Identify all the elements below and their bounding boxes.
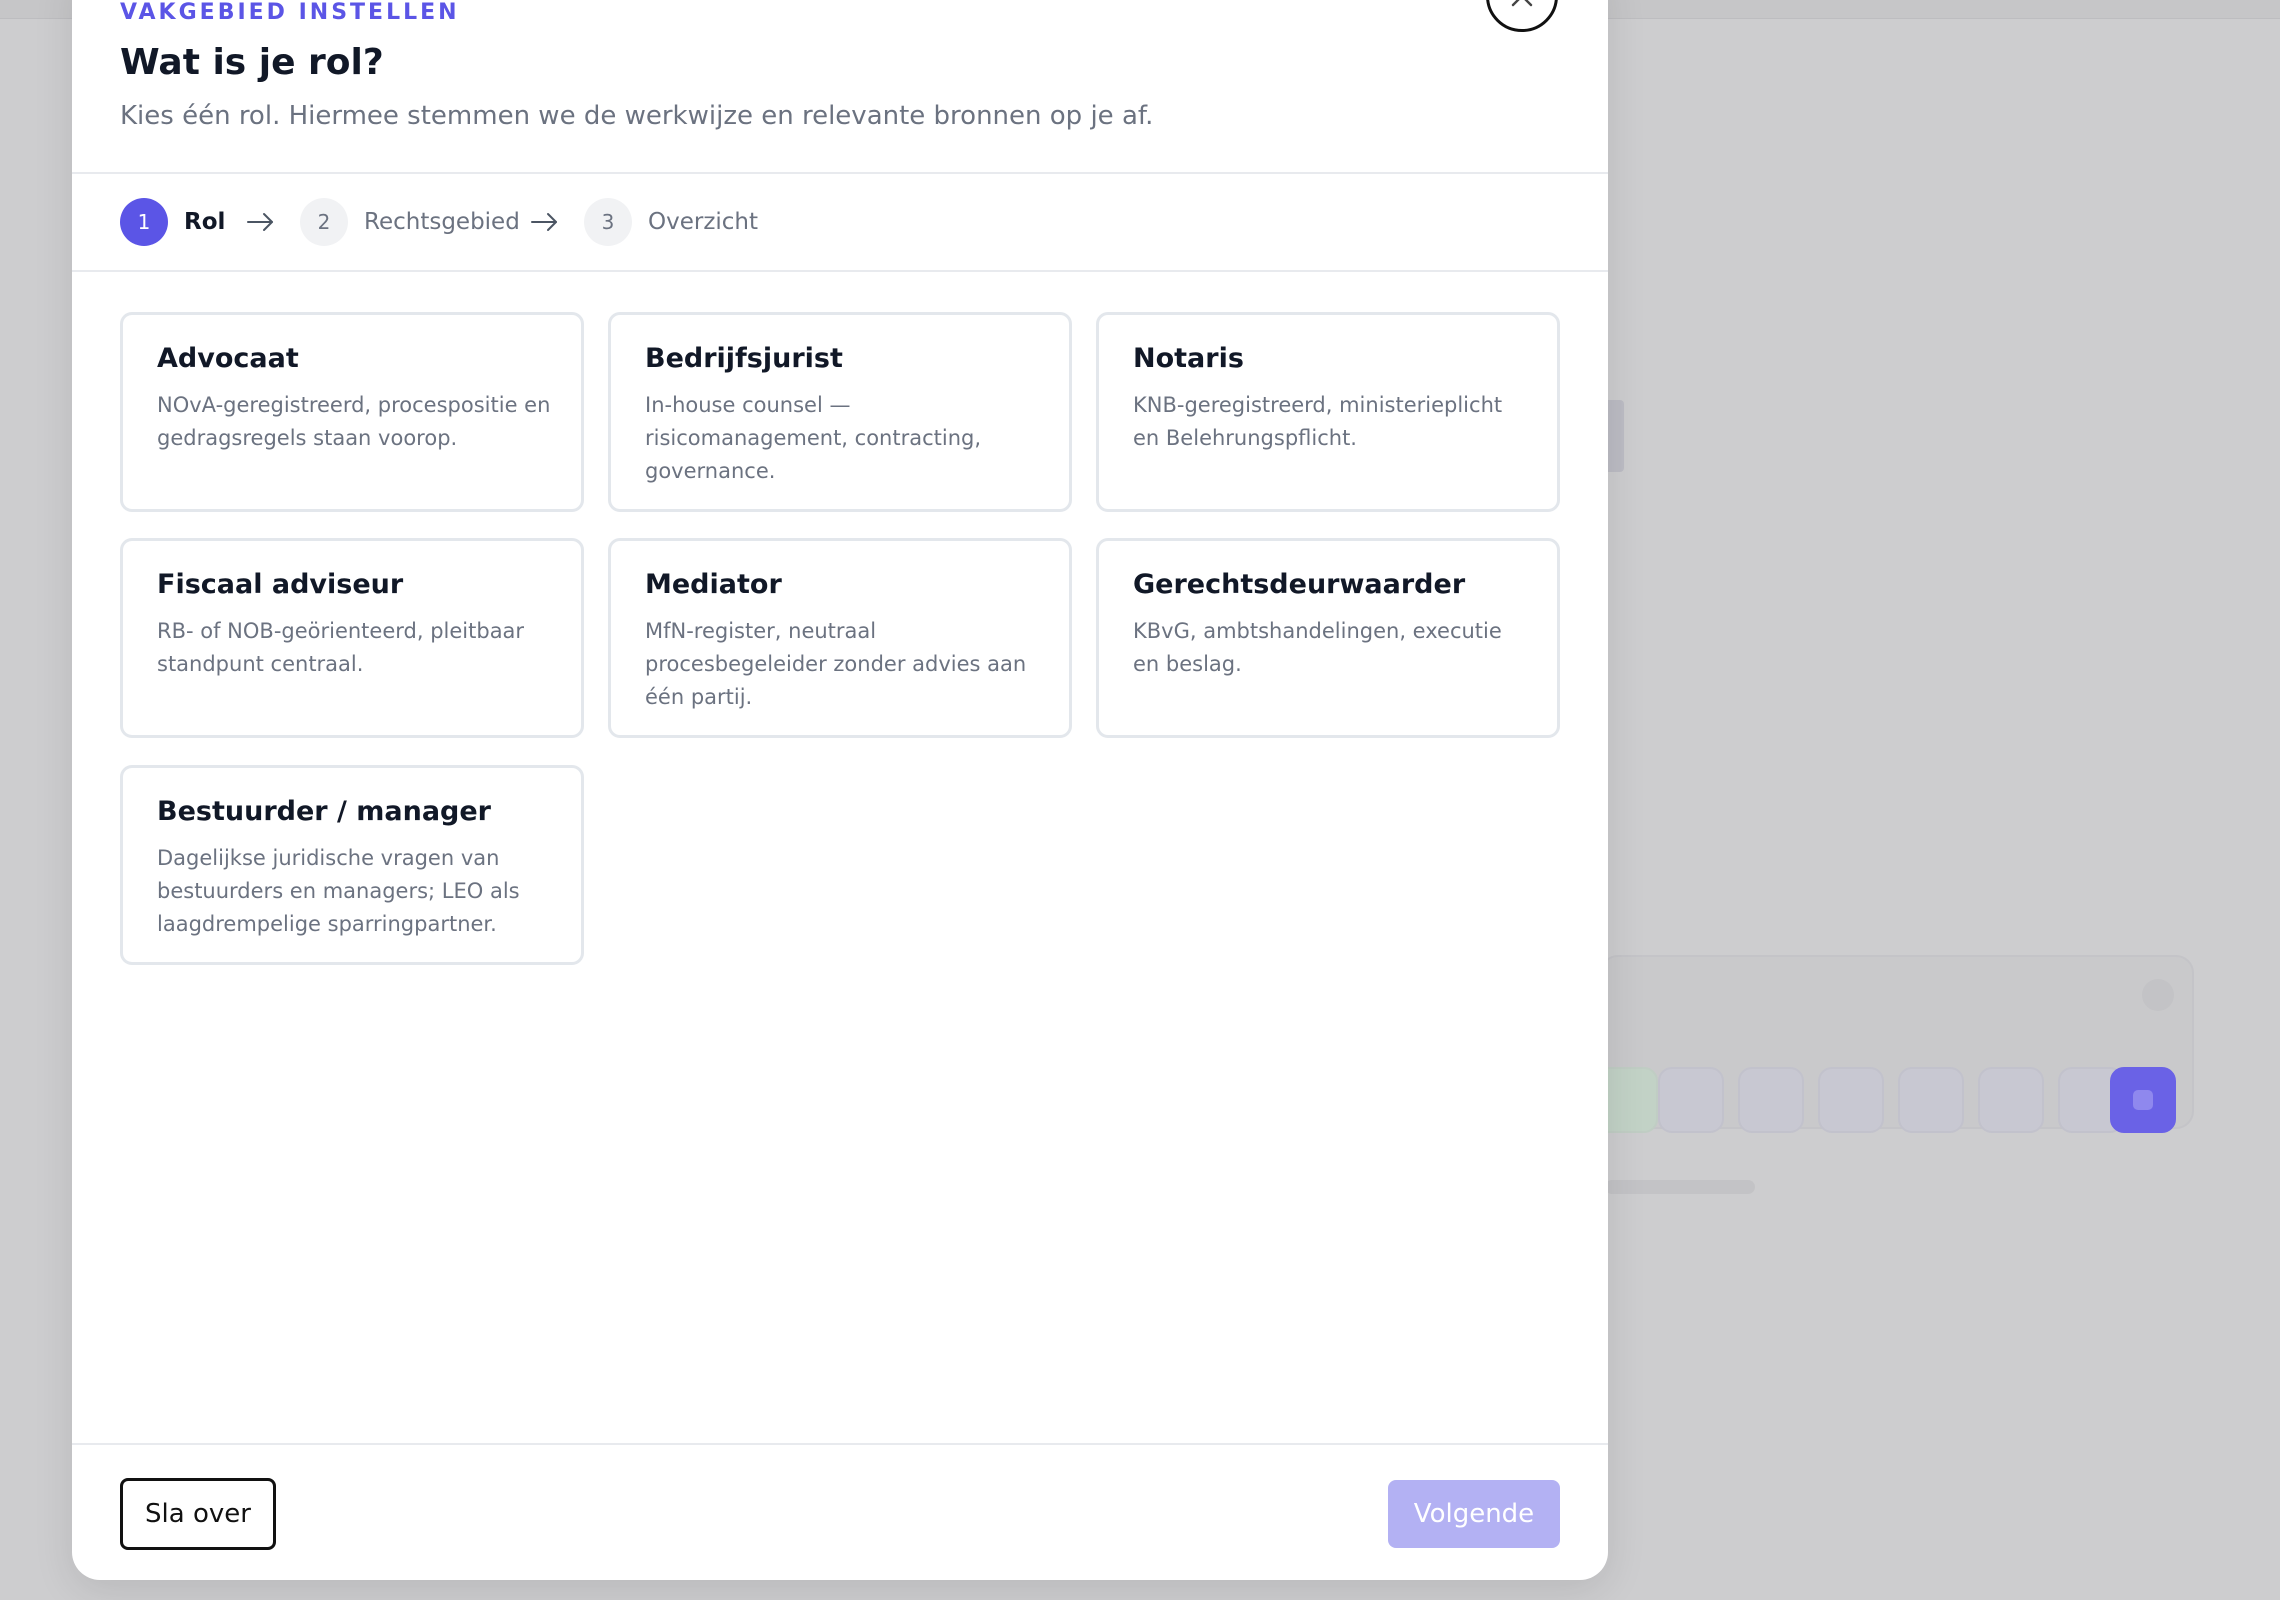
modal-eyebrow: VAKGEBIED INSTELLEN (120, 0, 460, 25)
role-card-description: Dagelijkse juridische vragen van bestuur… (157, 846, 520, 936)
role-card-description: MfN-register, neutraal procesbegeleider … (645, 619, 1027, 709)
role-card-description: NOvA-geregistreerd, procespositie en ged… (157, 393, 551, 450)
close-icon (1511, 0, 1533, 7)
role-card-title: Fiscaal adviseur (157, 569, 404, 600)
background-composer (1592, 955, 2194, 1133)
role-card-description: In-house counsel — risicomanagement, con… (645, 393, 982, 483)
header-divider (72, 172, 1608, 174)
step-overzicht: 3 Overzicht (584, 198, 758, 246)
modal-title: Wat is je rol? (120, 42, 384, 83)
role-card-title: Bedrijfsjurist (645, 343, 843, 374)
arrow-right-icon (531, 213, 557, 231)
footer-divider (72, 1443, 1608, 1445)
step-number: 2 (300, 198, 348, 246)
role-card-title: Gerechtsdeurwaarder (1133, 569, 1466, 600)
background-tool (1898, 1067, 1964, 1133)
step-rol: 1 Rol (120, 198, 225, 246)
role-card-title: Advocaat (157, 343, 299, 374)
role-card-title: Notaris (1133, 343, 1244, 374)
stepper-divider (72, 270, 1608, 272)
step-label: Overzicht (648, 209, 759, 235)
role-card-fiscaal-adviseur[interactable]: Fiscaal adviseur RB- of NOB-geörienteerd… (120, 538, 584, 738)
role-card-description: KBvG, ambtshandelingen, executie en besl… (1133, 619, 1502, 676)
background-send-icon (2133, 1090, 2153, 1110)
role-card-mediator[interactable]: Mediator MfN-register, neutraal procesbe… (608, 538, 1072, 738)
background-composer-close-icon (2142, 979, 2174, 1011)
background-tool (1818, 1067, 1884, 1133)
background-send-button (2110, 1067, 2176, 1133)
background-tool (1978, 1067, 2044, 1133)
role-card-notaris[interactable]: Notaris KNB-geregistreerd, ministeriepli… (1096, 312, 1560, 512)
close-button[interactable] (1486, 0, 1558, 32)
role-card-title: Mediator (645, 569, 782, 600)
arrow-right-icon (247, 213, 273, 231)
step-label: Rechtsgebied (364, 209, 520, 235)
next-button[interactable]: Volgende (1388, 1480, 1560, 1548)
role-card-gerechtsdeurwaarder[interactable]: Gerechtsdeurwaarder KBvG, ambtshandeling… (1096, 538, 1560, 738)
step-number: 3 (584, 198, 632, 246)
background-hint-text (1605, 1180, 1755, 1194)
role-setup-modal: VAKGEBIED INSTELLEN Wat is je rol? Kies … (72, 0, 1608, 1580)
background-tool (1658, 1067, 1724, 1133)
step-rechtsgebied: 2 Rechtsgebied (300, 198, 520, 246)
role-card-advocaat[interactable]: Advocaat NOvA-geregistreerd, procesposit… (120, 312, 584, 512)
role-card-title: Bestuurder / manager (157, 796, 491, 827)
step-number: 1 (120, 198, 168, 246)
role-card-description: KNB-geregistreerd, ministerieplicht en B… (1133, 393, 1503, 450)
role-card-description: RB- of NOB-geörienteerd, pleitbaar stand… (157, 619, 525, 676)
background-toolbar (1592, 1067, 2192, 1133)
role-card-bestuurder-manager[interactable]: Bestuurder / manager Dagelijkse juridisc… (120, 765, 584, 965)
modal-subtitle: Kies één rol. Hiermee stemmen we de werk… (120, 101, 1154, 131)
role-card-bedrijfsjurist[interactable]: Bedrijfsjurist In-house counsel — risico… (608, 312, 1072, 512)
step-label: Rol (184, 209, 226, 235)
skip-button[interactable]: Sla over (120, 1478, 276, 1550)
background-tool (1738, 1067, 1804, 1133)
